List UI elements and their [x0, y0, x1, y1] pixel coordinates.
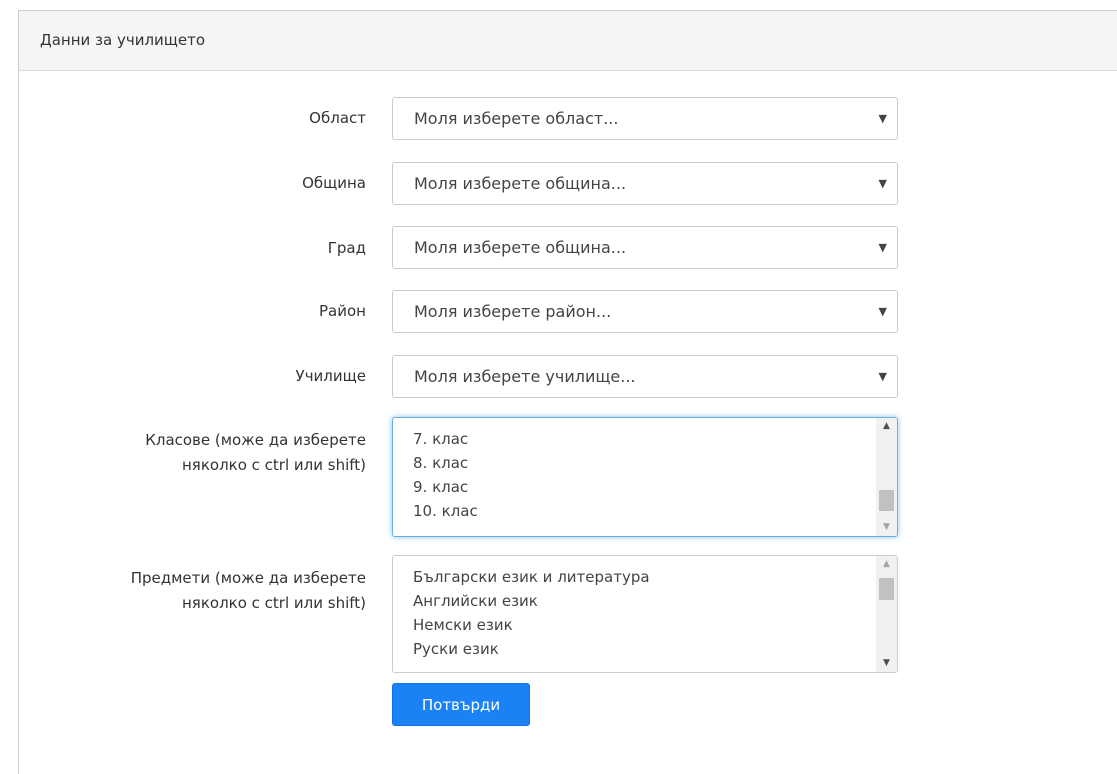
label-classes-line1: Класове (може да изберете [145, 431, 366, 449]
select-oblast-value: Моля изберете област... [414, 109, 619, 128]
class-option[interactable]: 10. клас [413, 499, 478, 523]
select-uchilishte-value: Моля изберете училище... [414, 367, 636, 386]
scrollbar-thumb[interactable] [879, 490, 894, 511]
classes-multiselect[interactable]: 7. клас 8. клас 9. клас 10. клас ▲ ▼ [392, 417, 898, 537]
label-uchilishte: Училище [295, 367, 366, 385]
chevron-down-icon: ▼ [878, 177, 887, 190]
select-obshtina[interactable]: Моля изберете община... ▼ [392, 162, 898, 205]
label-rayon: Район [319, 302, 366, 320]
class-option[interactable]: 7. клас [413, 427, 478, 451]
label-grad: Град [327, 239, 366, 257]
panel-title: Данни за училището [19, 11, 1117, 71]
chevron-down-icon: ▼ [878, 112, 887, 125]
chevron-down-icon: ▼ [878, 370, 887, 383]
select-oblast[interactable]: Моля изберете област... ▼ [392, 97, 898, 140]
label-subjects-line2: няколко с ctrl или shift) [182, 594, 366, 612]
class-option[interactable]: 8. клас [413, 451, 478, 475]
scroll-down-arrow-icon[interactable]: ▼ [876, 655, 897, 672]
subject-option[interactable]: Немски език [413, 613, 650, 637]
classes-scrollbar[interactable]: ▲ ▼ [876, 418, 897, 536]
label-subjects-line1: Предмети (може да изберете [130, 569, 366, 587]
select-obshtina-value: Моля изберете община... [414, 174, 627, 193]
submit-button[interactable]: Потвърди [392, 683, 530, 726]
scroll-up-arrow-icon[interactable]: ▲ [876, 418, 897, 435]
subject-option[interactable]: Български език и литература [413, 565, 650, 589]
select-uchilishte[interactable]: Моля изберете училище... ▼ [392, 355, 898, 398]
label-subjects: Предмети (може да изберете няколко с ctr… [131, 566, 366, 616]
chevron-down-icon: ▼ [878, 305, 887, 318]
class-option[interactable]: 9. клас [413, 475, 478, 499]
label-obshtina: Община [302, 174, 366, 192]
label-classes-line2: няколко с ctrl или shift) [182, 456, 366, 474]
label-classes: Класове (може да изберете няколко с ctrl… [145, 428, 366, 478]
scroll-up-arrow-icon[interactable]: ▲ [876, 556, 897, 573]
select-grad[interactable]: Моля изберете община... ▼ [392, 226, 898, 269]
subjects-multiselect[interactable]: Български език и литература Английски ез… [392, 555, 898, 673]
subjects-scrollbar[interactable]: ▲ ▼ [876, 556, 897, 672]
chevron-down-icon: ▼ [878, 241, 887, 254]
label-oblast: Област [309, 109, 366, 127]
select-rayon-value: Моля изберете район... [414, 302, 612, 321]
select-grad-value: Моля изберете община... [414, 238, 627, 257]
subject-option[interactable]: Английски език [413, 589, 650, 613]
scroll-down-arrow-icon[interactable]: ▼ [876, 519, 897, 536]
select-rayon[interactable]: Моля изберете район... ▼ [392, 290, 898, 333]
scrollbar-thumb[interactable] [879, 578, 894, 600]
subject-option[interactable]: Руски език [413, 637, 650, 661]
